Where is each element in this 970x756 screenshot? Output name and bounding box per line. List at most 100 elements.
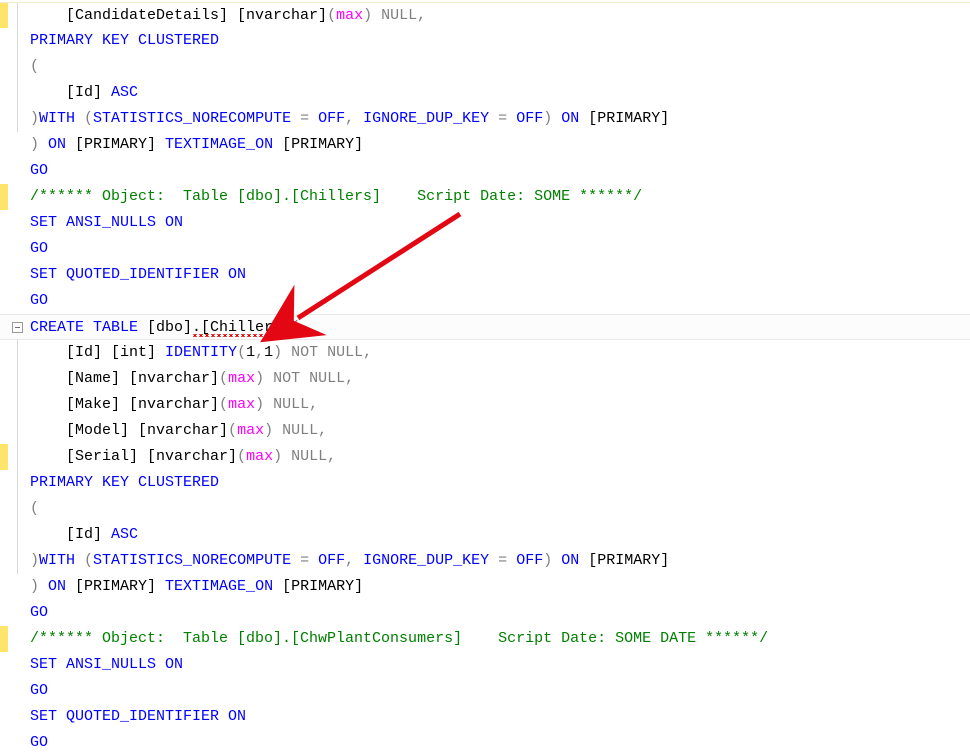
code-line[interactable]: [CandidateDetails] [nvarchar](max) NULL,	[0, 2, 970, 28]
code-line[interactable]: )WITH (STATISTICS_NORECOMPUTE = OFF, IGN…	[0, 548, 970, 574]
token: )	[30, 578, 39, 595]
token: GO	[30, 682, 48, 699]
code-line[interactable]: [Name] [nvarchar](max) NOT NULL,	[0, 366, 970, 392]
token: ON	[228, 266, 246, 283]
code-line[interactable]: [Id] ASC	[0, 80, 970, 106]
token: TEXTIMAGE_ON	[156, 578, 282, 595]
code-line[interactable]: (	[0, 54, 970, 80]
token: ON	[552, 110, 588, 127]
sql-editor[interactable]: [CandidateDetails] [nvarchar](max) NULL,…	[0, 0, 970, 756]
token: PRIMARY KEY CLUSTERED	[30, 32, 219, 49]
token: )	[273, 344, 282, 361]
token: (	[237, 448, 246, 465]
token: [Id]	[30, 526, 111, 543]
token: SET	[30, 266, 57, 283]
token: ON	[165, 656, 183, 673]
code-line[interactable]: /****** Object: Table [dbo].[Chillers] S…	[0, 184, 970, 210]
code-line[interactable]: [Model] [nvarchar](max) NULL,	[0, 418, 970, 444]
code-line[interactable]: [Id] [int] IDENTITY(1,1) NOT NULL,	[0, 340, 970, 366]
token: (	[219, 370, 228, 387]
token: (	[291, 319, 300, 336]
token: [PRIMARY]	[75, 136, 156, 153]
token: SET	[30, 656, 57, 673]
code-line[interactable]: GO	[0, 158, 970, 184]
token: ANSI_NULLS	[57, 656, 165, 673]
code-line[interactable]: GO	[0, 678, 970, 704]
fold-collapse-icon[interactable]	[12, 322, 23, 333]
token: ON	[165, 214, 183, 231]
token: ,	[345, 370, 354, 387]
token: QUOTED_IDENTIFIER	[57, 266, 228, 283]
code-line[interactable]: SET ANSI_NULLS ON	[0, 210, 970, 236]
token: ,	[345, 552, 354, 569]
token: )	[543, 552, 552, 569]
token: =	[498, 552, 507, 569]
token: ON	[39, 578, 75, 595]
token: GO	[30, 604, 48, 621]
token: =	[498, 110, 507, 127]
code-line[interactable]: SET QUOTED_IDENTIFIER ON	[0, 704, 970, 730]
token: ,	[327, 448, 336, 465]
token: NOT NULL	[282, 344, 363, 361]
token: ASC	[111, 84, 138, 101]
token: OFF	[507, 110, 543, 127]
token: NULL	[372, 7, 417, 24]
code-line[interactable]: )WITH (STATISTICS_NORECOMPUTE = OFF, IGN…	[0, 106, 970, 132]
token: 1	[246, 344, 255, 361]
code-line-create-table[interactable]: CREATE TABLE [dbo].[Chillers](	[0, 314, 970, 340]
token: WITH	[39, 110, 84, 127]
code-line[interactable]: (	[0, 496, 970, 522]
token: (	[84, 110, 93, 127]
token: [dbo]	[147, 319, 192, 336]
code-line[interactable]: /****** Object: Table [dbo].[ChwPlantCon…	[0, 626, 970, 652]
token: NOT NULL	[264, 370, 345, 387]
code-line[interactable]: GO	[0, 288, 970, 314]
token: [PRIMARY]	[282, 136, 363, 153]
token: )	[363, 7, 372, 24]
token: max	[246, 448, 273, 465]
code-line[interactable]: GO	[0, 730, 970, 756]
token: SET	[30, 214, 57, 231]
token: )	[30, 136, 39, 153]
token: [PRIMARY]	[588, 110, 669, 127]
token: [CandidateDetails] [nvarchar]	[66, 7, 327, 24]
code-line[interactable]: [Id] ASC	[0, 522, 970, 548]
code-line[interactable]: GO	[0, 600, 970, 626]
token: ON	[228, 708, 246, 725]
token: TABLE	[84, 319, 147, 336]
token: )	[543, 110, 552, 127]
code-line[interactable]: [Make] [nvarchar](max) NULL,	[0, 392, 970, 418]
token: 1	[264, 344, 273, 361]
token: )	[264, 422, 273, 439]
code-line[interactable]: PRIMARY KEY CLUSTERED	[0, 470, 970, 496]
token: PRIMARY KEY CLUSTERED	[30, 474, 219, 491]
token: NULL	[264, 396, 309, 413]
token: (	[30, 500, 39, 517]
token: ASC	[111, 526, 138, 543]
code-line[interactable]: ) ON [PRIMARY] TEXTIMAGE_ON [PRIMARY]	[0, 132, 970, 158]
token: [Id]	[30, 84, 111, 101]
code-line[interactable]: ) ON [PRIMARY] TEXTIMAGE_ON [PRIMARY]	[0, 574, 970, 600]
token: [Make] [nvarchar]	[66, 396, 219, 413]
token: ,	[318, 422, 327, 439]
token: ,	[255, 344, 264, 361]
code-line[interactable]: PRIMARY KEY CLUSTERED	[0, 28, 970, 54]
token: STATISTICS_NORECOMPUTE	[93, 552, 300, 569]
token: )	[273, 448, 282, 465]
code-line[interactable]: [Serial] [nvarchar](max) NULL,	[0, 444, 970, 470]
token: ANSI_NULLS	[57, 214, 165, 231]
code-line[interactable]: GO	[0, 236, 970, 262]
token: NULL	[282, 448, 327, 465]
token: OFF	[309, 552, 345, 569]
token: (	[237, 344, 246, 361]
token: IDENTITY	[165, 344, 237, 361]
code-line[interactable]: SET ANSI_NULLS ON	[0, 652, 970, 678]
comment: /****** Object: Table [dbo].[ChwPlantCon…	[30, 630, 768, 647]
token: GO	[30, 292, 48, 309]
token: (	[30, 58, 39, 75]
code-line[interactable]: SET QUOTED_IDENTIFIER ON	[0, 262, 970, 288]
token: NULL	[273, 422, 318, 439]
token: QUOTED_IDENTIFIER	[57, 708, 228, 725]
token: (	[327, 7, 336, 24]
token: max	[237, 422, 264, 439]
